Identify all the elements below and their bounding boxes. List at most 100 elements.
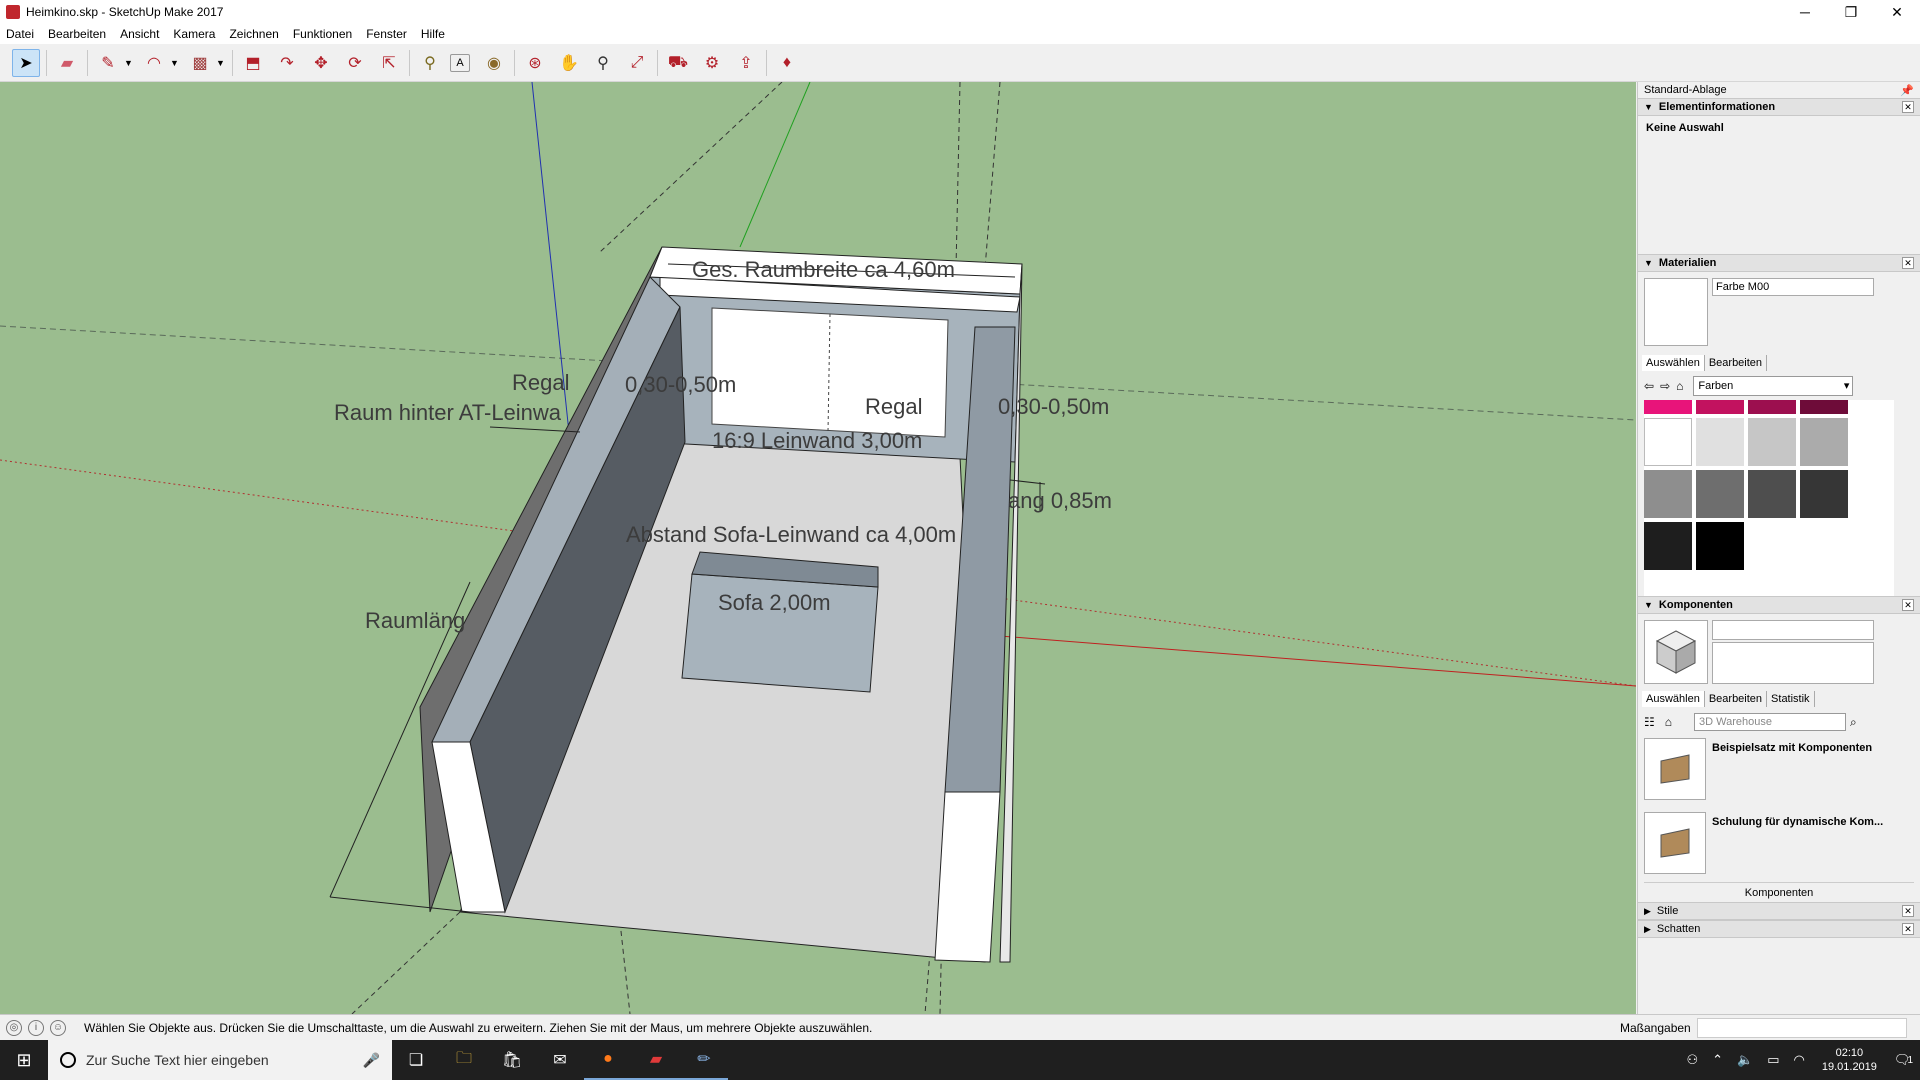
swatch[interactable] [1696, 522, 1744, 570]
warehouse-button[interactable]: ⛟ [664, 49, 692, 77]
material-library-select[interactable]: Farben [1693, 376, 1854, 396]
clock[interactable]: 02:10 19.01.2019 [1822, 1046, 1877, 1074]
volume-icon[interactable]: 🔈 [1737, 1052, 1753, 1068]
swatch[interactable] [1696, 418, 1744, 466]
components-header[interactable]: ▼ Komponenten ✕ [1638, 596, 1920, 614]
task-view-icon[interactable]: ❏ [392, 1040, 440, 1080]
pin-icon[interactable]: 📌 [1900, 84, 1914, 97]
swatch[interactable] [1748, 418, 1796, 466]
people-icon[interactable]: ⚇ [1686, 1052, 1698, 1068]
firefox-icon[interactable]: ● [584, 1040, 632, 1080]
menu-kamera[interactable]: Kamera [173, 27, 215, 41]
swatch[interactable] [1800, 418, 1848, 466]
close-icon[interactable]: ✕ [1902, 905, 1914, 917]
model-scene[interactable] [0, 82, 1636, 1014]
share-model-button[interactable]: ⇪ [732, 49, 760, 77]
forward-arrow-icon[interactable]: ⇨ [1660, 379, 1670, 393]
close-button[interactable]: ✕ [1874, 0, 1920, 24]
swatch[interactable] [1748, 470, 1796, 518]
swatch[interactable] [1644, 418, 1692, 466]
tab-statistics[interactable]: Statistik [1767, 691, 1815, 707]
store-icon[interactable]: 🛍 [488, 1040, 536, 1080]
styles-header[interactable]: ▶ Stile ✕ [1638, 902, 1920, 920]
battery-icon[interactable]: ▭ [1767, 1052, 1779, 1068]
view-options-icon[interactable]: ☷ [1644, 715, 1655, 729]
drawing-viewport[interactable]: Ges. Raumbreite ca 4,60m Regal 0,30-0,50… [0, 82, 1636, 1014]
swatch[interactable] [1800, 470, 1848, 518]
sketchup-taskbar-icon[interactable]: ▰ [632, 1040, 680, 1080]
measurements-input[interactable] [1696, 1018, 1907, 1038]
paint-bucket-tool[interactable]: ◉ [480, 49, 508, 77]
windows-start-icon[interactable]: ⊞ [0, 1040, 48, 1080]
tape-measure-tool[interactable]: ⚲ [416, 49, 444, 77]
maximize-button[interactable]: ❐ [1828, 0, 1874, 24]
wifi-icon[interactable]: ◠ [1794, 1052, 1805, 1068]
home-icon[interactable]: ⌂ [1665, 715, 1672, 729]
zoom-extents-tool[interactable]: ⤢ [623, 49, 651, 77]
component-list-item[interactable]: Schulung für dynamische Kom... [1644, 808, 1914, 882]
orbit-tool[interactable]: ⊛ [521, 49, 549, 77]
component-description-field[interactable] [1712, 642, 1874, 684]
tab-edit[interactable]: Bearbeiten [1705, 355, 1768, 371]
warehouse-search-input[interactable]: 3D Warehouse [1694, 713, 1847, 731]
swatch[interactable] [1644, 522, 1692, 570]
microphone-icon[interactable]: 🎤 [363, 1052, 380, 1069]
text-tool[interactable]: A [450, 53, 470, 72]
rectangle-tool-dropdown[interactable]: ▼ [216, 58, 226, 68]
menu-bearbeiten[interactable]: Bearbeiten [48, 27, 106, 41]
home-icon[interactable]: ⌂ [1676, 379, 1683, 393]
ruby-console-button[interactable]: ♦ [773, 49, 801, 77]
rotate-tool[interactable]: ⟳ [341, 49, 369, 77]
entity-info-header[interactable]: ▼ Elementinformationen ✕ [1638, 98, 1920, 116]
mail-icon[interactable]: ✉ [536, 1040, 584, 1080]
pan-tool[interactable]: ✋ [555, 49, 583, 77]
line-tool-dropdown[interactable]: ▼ [124, 58, 134, 68]
menu-hilfe[interactable]: Hilfe [421, 27, 445, 41]
close-icon[interactable]: ✕ [1902, 599, 1914, 611]
minimize-button[interactable]: ─ [1782, 0, 1828, 24]
taskbar-search[interactable]: Zur Suche Text hier eingeben 🎤 [48, 1040, 392, 1080]
arc-tool[interactable]: ◠ [140, 49, 168, 77]
line-tool[interactable]: ✎ [94, 49, 122, 77]
select-tool[interactable]: ➤ [12, 48, 40, 77]
push-pull-tool[interactable]: ⬒ [239, 49, 267, 77]
swatch[interactable] [1644, 400, 1692, 414]
materials-header[interactable]: ▼ Materialien ✕ [1638, 254, 1920, 272]
search-icon[interactable]: ⌕ [1850, 715, 1857, 730]
zoom-tool[interactable]: ⚲ [589, 49, 617, 77]
close-icon[interactable]: ✕ [1902, 923, 1914, 935]
component-list-item[interactable]: Beispielsatz mit Komponenten [1644, 734, 1914, 808]
shadows-header[interactable]: ▶ Schatten ✕ [1638, 920, 1920, 938]
swatch[interactable] [1644, 470, 1692, 518]
menu-zeichnen[interactable]: Zeichnen [229, 27, 278, 41]
geo-location-icon[interactable]: ◎ [6, 1019, 22, 1036]
move-tool[interactable]: ✥ [307, 49, 335, 77]
tab-select[interactable]: Auswählen [1642, 691, 1705, 707]
tab-select[interactable]: Auswählen [1642, 355, 1705, 371]
component-name-field[interactable] [1712, 620, 1874, 640]
menu-fenster[interactable]: Fenster [366, 27, 407, 41]
scale-tool[interactable]: ⇱ [375, 49, 403, 77]
swatch[interactable] [1696, 470, 1744, 518]
info-icon[interactable]: i [28, 1019, 44, 1036]
extension-warehouse-button[interactable]: ⚙ [698, 49, 726, 77]
eraser-tool[interactable]: ▰ [53, 49, 81, 77]
arc-tool-dropdown[interactable]: ▼ [170, 58, 180, 68]
tray-expand-icon[interactable]: ⌃ [1712, 1052, 1723, 1068]
tab-edit[interactable]: Bearbeiten [1705, 691, 1768, 707]
menu-ansicht[interactable]: Ansicht [120, 27, 159, 41]
swatch[interactable] [1800, 400, 1848, 414]
paint-icon[interactable]: ✏ [680, 1040, 728, 1080]
menu-datei[interactable]: Datei [6, 27, 34, 41]
material-name-field[interactable]: Farbe M00 [1712, 278, 1874, 296]
file-explorer-icon[interactable]: 🗀 [440, 1040, 488, 1080]
rectangle-tool[interactable]: ▩ [186, 49, 214, 77]
menu-funktionen[interactable]: Funktionen [293, 27, 352, 41]
close-icon[interactable]: ✕ [1902, 257, 1914, 269]
close-icon[interactable]: ✕ [1902, 101, 1914, 113]
follow-me-tool[interactable]: ↷ [273, 49, 301, 77]
swatch[interactable] [1696, 400, 1744, 414]
user-icon[interactable]: ☺ [50, 1019, 66, 1036]
back-arrow-icon[interactable]: ⇦ [1644, 379, 1654, 393]
swatch[interactable] [1748, 400, 1796, 414]
